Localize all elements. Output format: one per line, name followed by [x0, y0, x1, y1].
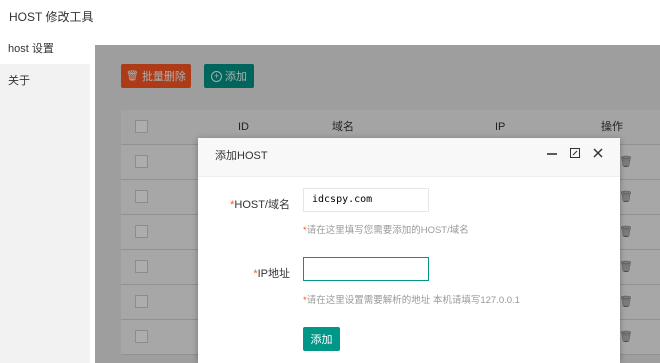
host-field-hint: *请在这里填写您需要添加的HOST/域名 — [303, 225, 469, 236]
host-field-label: *HOST/域名 — [230, 199, 290, 211]
dialog-header: 添加HOST — [198, 138, 620, 177]
app-title: HOST 修改工具 — [0, 0, 660, 32]
host-domain-input[interactable]: idcspy.com — [303, 188, 429, 212]
minimize-icon[interactable] — [545, 138, 559, 175]
sidebar-item-about[interactable]: 关于 — [0, 64, 90, 96]
close-icon[interactable] — [591, 138, 605, 175]
sidebar: host 设置 关于 — [0, 32, 90, 363]
ip-field-label: *IP地址 — [253, 268, 290, 280]
maximize-icon[interactable] — [568, 138, 582, 175]
ip-field-hint: *请在这里设置需要解析的地址 本机请填写127.0.0.1 — [303, 295, 520, 306]
sidebar-item-host-settings[interactable]: host 设置 — [0, 32, 90, 64]
add-host-dialog: 添加HOST *HOST/域名 idcspy.com *请在这里填写您需要添加的… — [198, 138, 620, 363]
dialog-title: 添加HOST — [215, 150, 268, 162]
ip-address-input[interactable] — [303, 257, 429, 281]
submit-add-button[interactable]: 添加 — [303, 327, 340, 351]
